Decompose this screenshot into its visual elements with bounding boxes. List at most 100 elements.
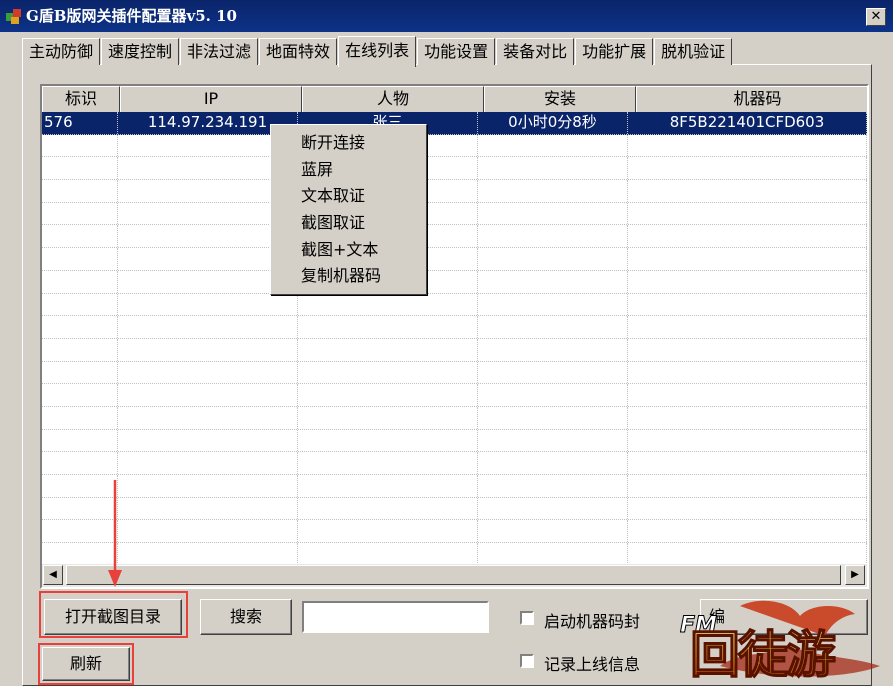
tab-equipment-compare[interactable]: 装备对比 <box>496 38 575 65</box>
horizontal-scrollbar[interactable]: ◀ ▶ <box>42 564 867 587</box>
context-menu: 断开连接 蓝屏 文本取证 截图取证 截图+文本 复制机器码 <box>270 124 427 295</box>
cell-id <box>42 157 118 180</box>
table-row-empty[interactable] <box>42 225 867 249</box>
cell-ip <box>118 361 298 384</box>
tab-active-defense[interactable]: 主动防御 <box>22 38 101 65</box>
tab-function-extension[interactable]: 功能扩展 <box>575 38 654 65</box>
cell-id <box>42 384 118 406</box>
table-row-empty[interactable] <box>42 475 867 498</box>
cell-id <box>42 429 118 452</box>
tab-speed-control[interactable]: 速度控制 <box>101 38 180 65</box>
tab-online-list[interactable]: 在线列表 <box>338 36 417 67</box>
table-row-empty[interactable] <box>42 384 867 407</box>
table-row-empty[interactable] <box>42 543 867 566</box>
table-row-empty[interactable] <box>42 338 867 362</box>
cell-ip <box>118 429 298 452</box>
menu-item-screenshot-text[interactable]: 截图+文本 <box>271 237 426 264</box>
search-button[interactable]: 搜索 <box>200 599 292 635</box>
cell-ip <box>118 293 298 316</box>
table-row-empty[interactable] <box>42 429 867 453</box>
cell-id: 576 <box>42 112 118 134</box>
online-list-view[interactable]: 标识 IP 人物 安装 机器码 576 114.97.234.191 张三 0小… <box>40 84 869 589</box>
cell-install <box>478 520 628 543</box>
table-row-empty[interactable] <box>42 452 867 475</box>
column-header-character[interactable]: 人物 <box>302 86 484 114</box>
cell-id <box>42 293 118 316</box>
table-row-empty[interactable] <box>42 134 867 158</box>
tab-illegal-filter[interactable]: 非法过滤 <box>180 38 259 65</box>
table-row-empty[interactable] <box>42 497 867 521</box>
brand-logo: FM 回徒游 <box>680 600 880 684</box>
cell-id <box>42 180 118 202</box>
table-row-empty[interactable] <box>42 180 867 203</box>
cell-machine-code <box>628 452 867 474</box>
table-row[interactable]: 576 114.97.234.191 张三 0小时0分8秒 8F5B221401… <box>42 112 867 135</box>
scroll-right-icon[interactable]: ▶ <box>845 565 865 585</box>
tab-offline-verify[interactable]: 脱机验证 <box>654 38 733 65</box>
menu-item-screenshot-evidence[interactable]: 截图取证 <box>271 210 426 237</box>
table-row-empty[interactable] <box>42 361 867 385</box>
tab-function-settings[interactable]: 功能设置 <box>417 38 496 65</box>
refresh-button[interactable]: 刷新 <box>42 647 130 681</box>
cell-install <box>478 384 628 406</box>
menu-item-text-evidence[interactable]: 文本取证 <box>271 183 426 210</box>
cell-character <box>298 384 478 406</box>
cell-character <box>298 361 478 384</box>
cell-character <box>298 293 478 316</box>
cell-id <box>42 543 118 565</box>
table-row-empty[interactable] <box>42 316 867 339</box>
cell-id <box>42 202 118 225</box>
machine-code-ban-checkbox[interactable] <box>520 611 534 625</box>
menu-item-disconnect[interactable]: 断开连接 <box>271 130 426 157</box>
cell-id <box>42 497 118 520</box>
cell-id <box>42 248 118 270</box>
scroll-thumb[interactable] <box>66 565 841 585</box>
cell-machine-code <box>628 157 867 180</box>
table-row-empty[interactable] <box>42 270 867 294</box>
menu-item-bluescreen[interactable]: 蓝屏 <box>271 157 426 184</box>
column-header-install[interactable]: 安装 <box>484 86 636 114</box>
cell-install <box>478 316 628 338</box>
table-row-empty[interactable] <box>42 520 867 544</box>
cell-machine-code: 8F5B221401CFD603 <box>628 112 867 134</box>
cell-machine-code <box>628 475 867 497</box>
table-row-empty[interactable] <box>42 248 867 271</box>
cell-id <box>42 406 118 429</box>
cell-id <box>42 338 118 361</box>
cell-ip <box>118 406 298 429</box>
cell-install <box>478 429 628 452</box>
open-screenshot-dir-button[interactable]: 打开截图目录 <box>44 599 182 635</box>
tab-ground-effects[interactable]: 地面特效 <box>259 38 338 65</box>
scroll-left-icon[interactable]: ◀ <box>43 565 63 585</box>
svg-text:回徒游: 回徒游 <box>690 626 835 684</box>
menu-item-copy-machine-code[interactable]: 复制机器码 <box>271 263 426 290</box>
cell-machine-code <box>628 520 867 543</box>
table-row-empty[interactable] <box>42 406 867 430</box>
cell-id <box>42 270 118 293</box>
search-input[interactable] <box>302 601 489 633</box>
column-header-ip[interactable]: IP <box>120 86 302 114</box>
table-row-empty[interactable] <box>42 293 867 317</box>
tab-strip: 主动防御 速度控制 非法过滤 地面特效 在线列表 功能设置 装备对比 功能扩展 … <box>22 36 733 67</box>
cell-id <box>42 452 118 474</box>
cell-ip <box>118 520 298 543</box>
cell-machine-code <box>628 134 867 157</box>
cell-install <box>478 248 628 270</box>
log-online-checkbox[interactable] <box>520 654 534 668</box>
cell-machine-code <box>628 361 867 384</box>
cell-machine-code <box>628 543 867 565</box>
cell-ip <box>118 316 298 338</box>
cell-ip <box>118 543 298 565</box>
cell-character <box>298 497 478 520</box>
cell-ip <box>118 497 298 520</box>
cell-character <box>298 429 478 452</box>
cell-ip <box>118 475 298 497</box>
cell-machine-code <box>628 225 867 248</box>
table-row-empty[interactable] <box>42 202 867 226</box>
column-header-machine-code[interactable]: 机器码 <box>636 86 867 114</box>
table-row-empty[interactable] <box>42 157 867 181</box>
close-button[interactable]: ✕ <box>866 8 886 26</box>
column-header-id[interactable]: 标识 <box>42 86 120 114</box>
cell-install <box>478 406 628 429</box>
cell-machine-code <box>628 338 867 361</box>
